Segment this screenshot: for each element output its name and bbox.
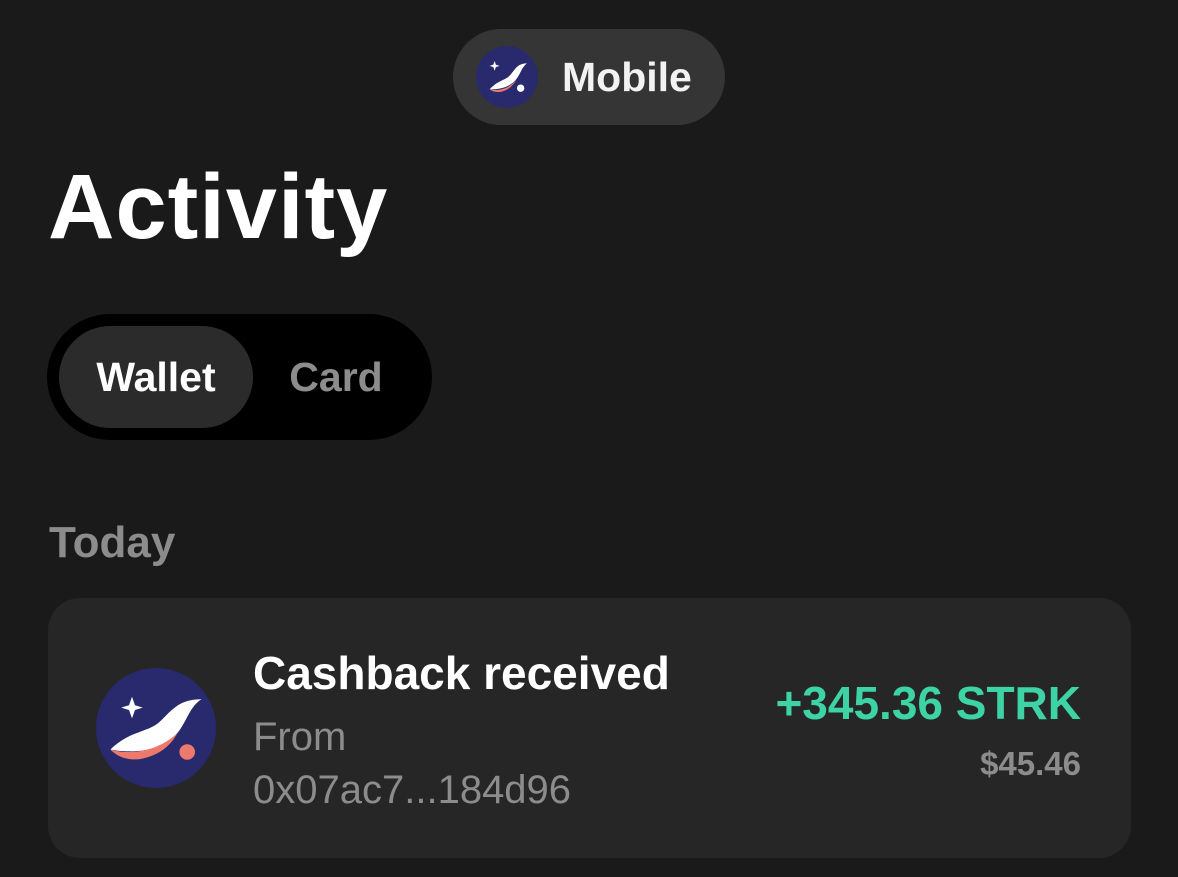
transaction-address: 0x07ac7...184d96	[253, 768, 572, 812]
activity-screen: Mobile Activity Wallet Card Today Cashba…	[0, 0, 1178, 877]
transaction-amount: +345.36 STRK	[775, 677, 1081, 729]
tab-card[interactable]: Card	[253, 326, 419, 428]
network-selector[interactable]: Mobile	[453, 29, 725, 125]
transaction-fiat-value: $45.46	[980, 745, 1081, 782]
transaction-from-label: From	[253, 715, 347, 759]
network-label: Mobile	[562, 53, 692, 100]
starknet-logo-icon	[476, 46, 538, 108]
page-title: Activity	[48, 156, 389, 258]
starknet-token-icon	[96, 668, 216, 788]
activity-type-toggle: Wallet Card	[47, 314, 432, 440]
transaction-title: Cashback received	[253, 647, 670, 699]
section-header-today: Today	[49, 518, 176, 567]
transaction-row[interactable]: Cashback received From 0x07ac7...184d96 …	[48, 598, 1131, 858]
tab-wallet[interactable]: Wallet	[59, 326, 253, 428]
